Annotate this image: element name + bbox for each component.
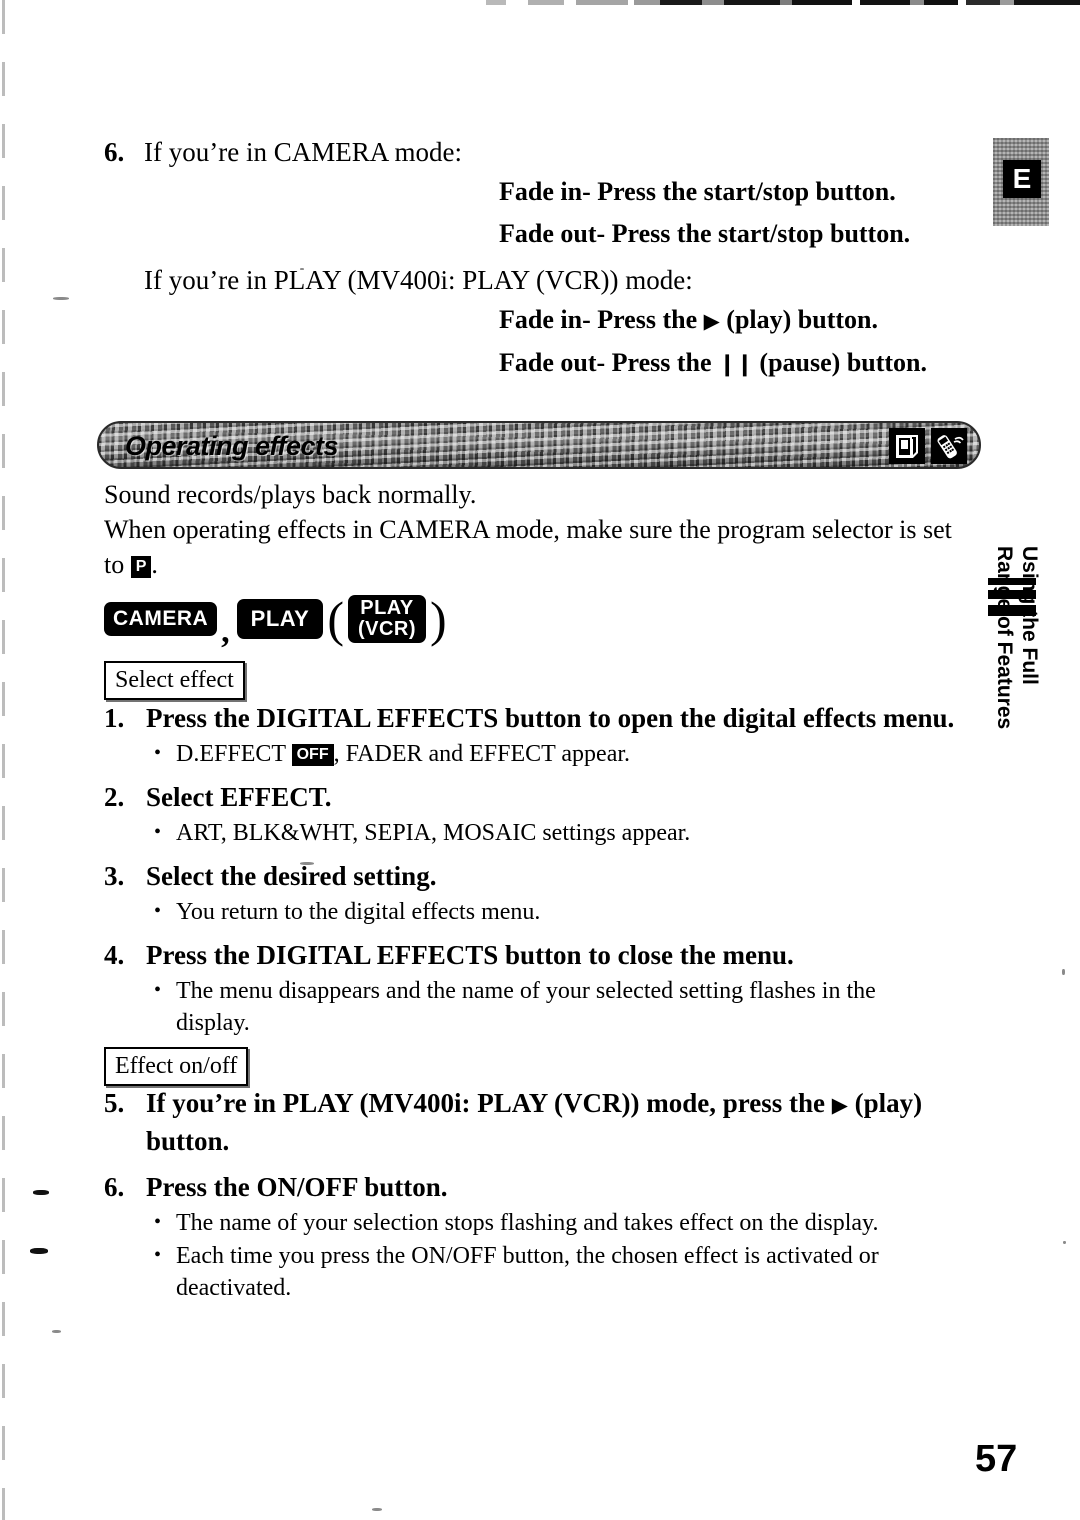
step-number: 4.: [104, 940, 125, 970]
paren-close: ): [430, 591, 447, 647]
manual-page: E 6. If you’re in CAMERA mode: Fade in- …: [0, 0, 1080, 1520]
mode-badge-separator: ,: [221, 613, 230, 650]
top-step-block: 6. If you’re in CAMERA mode: Fade in- Pr…: [104, 133, 972, 386]
step-heading: If you’re in PLAY (MV400i: PLAY (VCR)) m…: [146, 1085, 976, 1159]
program-selector-p-icon: P: [130, 556, 152, 578]
tape-icon: [889, 428, 925, 464]
procedure-step: 4. Press the DIGITAL EFFECTS button to c…: [104, 937, 976, 973]
step-bullet-list: You return to the digital effects menu.: [104, 895, 976, 928]
edition-badge-e: E: [1003, 160, 1041, 198]
step-bullet: The menu disappears and the name of your…: [152, 974, 976, 1039]
top-step-intro-text: If you’re in CAMERA mode:: [144, 137, 462, 167]
step-bullet-list: The menu disappears and the name of your…: [104, 974, 976, 1039]
step-heading: Select the desired setting.: [146, 861, 437, 891]
label-select-effect: Select effect: [104, 661, 245, 700]
step-number: 6.: [104, 1172, 125, 1202]
bullet-suffix: , FADER and EFFECT appear.: [333, 741, 631, 767]
step-heading: Press the DIGITAL EFFECTS button to clos…: [146, 940, 794, 970]
mode-badge-camera: CAMERA: [104, 602, 218, 636]
bullet-prefix: D.EFFECT: [176, 741, 292, 767]
page-number: 57: [975, 1438, 1018, 1480]
edition-badge-backdrop: E: [993, 138, 1049, 226]
procedure-step: 5. If you’re in PLAY (MV400i: PLAY (VCR)…: [104, 1085, 976, 1159]
step-number: 1.: [104, 703, 125, 733]
step-bullet: Each time you press the ON/OFF button, t…: [152, 1239, 976, 1304]
procedure-step: 2. Select EFFECT.: [104, 779, 976, 815]
play-fade-in-prefix: Fade in- Press the: [499, 305, 704, 334]
procedure-step: 6. Press the ON/OFF button.: [104, 1169, 976, 1205]
camera-fade-in-line: Fade in- Press the start/stop button.: [499, 177, 896, 206]
side-tab-line-2: Range of Features: [993, 546, 1016, 730]
play-mode-intro-line: If you’re in PLAY (MV400i: PLAY (VCR)) m…: [144, 265, 693, 295]
label-effect-on-off: Effect on/off: [104, 1047, 249, 1086]
intro-line-3-prefix: to: [104, 550, 131, 579]
camera-fade-out-line: Fade out- Press the start/stop button.: [499, 219, 911, 248]
step-bullet: ART, BLK&WHT, SEPIA, MOSAIC settings app…: [152, 816, 976, 849]
step-heading-prefix: If you’re in PLAY (MV400i: PLAY (VCR)) m…: [146, 1088, 832, 1118]
play-fade-out-suffix: (pause) button.: [752, 348, 928, 377]
step-heading: Press the DIGITAL EFFECTS button to open…: [146, 703, 955, 733]
procedure-effect-on-off: 5. If you’re in PLAY (MV400i: PLAY (VCR)…: [104, 1085, 976, 1305]
top-step-intro-line: 6. If you’re in CAMERA mode:: [104, 133, 972, 171]
step-bullet-list: D.EFFECT OFF, FADER and EFFECT appear.: [104, 737, 976, 770]
step-number: 2.: [104, 782, 125, 812]
play-icon: ▶: [703, 309, 720, 333]
step-bullet-list: ART, BLK&WHT, SEPIA, MOSAIC settings app…: [104, 816, 976, 849]
mode-badge-play-vcr-line2: (VCR): [357, 618, 417, 640]
section-title: Operating effects: [125, 431, 339, 461]
procedure-step: 3. Select the desired setting.: [104, 858, 976, 894]
remote-control-icon: [931, 428, 967, 464]
intro-line-2: When operating effects in CAMERA mode, m…: [104, 515, 952, 544]
mode-badge-row: CAMERA , PLAY ( PLAY (VCR) ): [104, 591, 451, 650]
paren-open: (: [327, 591, 344, 647]
side-tab-text: Using the Full Range of Features: [992, 546, 1042, 746]
step-bullet: D.EFFECT OFF, FADER and EFFECT appear.: [152, 737, 976, 770]
play-fade-in-suffix: (play) button.: [719, 305, 878, 334]
step-bullet-list: The name of your selection stops flashin…: [104, 1206, 976, 1304]
play-icon: ▶: [831, 1093, 848, 1117]
top-step-number: 6.: [104, 137, 125, 167]
side-tab-line-1: Using the Full: [1018, 546, 1041, 685]
play-fade-out-line: Fade out- Press the ❙❙ (pause) button.: [104, 342, 972, 386]
intro-line-3: to P.: [104, 547, 984, 582]
d-effect-off-badge: OFF: [291, 744, 334, 766]
step-number: 5.: [104, 1088, 125, 1118]
play-fade-out-prefix: Fade out- Press the: [499, 348, 719, 377]
pause-icon: ❙❙: [718, 352, 754, 377]
step-bullet: The name of your selection stops flashin…: [152, 1206, 976, 1239]
mode-badge-play-vcr-line1: PLAY: [360, 597, 414, 619]
step-heading: Select EFFECT.: [146, 782, 332, 812]
step-number: 3.: [104, 861, 125, 891]
step-heading: Press the ON/OFF button.: [146, 1172, 448, 1202]
section-header-band: Operating effects: [97, 421, 981, 469]
section-intro-paragraph: Sound records/plays back normally. When …: [104, 477, 984, 582]
procedure-select-effect: 1. Press the DIGITAL EFFECTS button to o…: [104, 700, 976, 1040]
intro-line-1: Sound records/plays back normally.: [104, 480, 477, 509]
procedure-step: 1. Press the DIGITAL EFFECTS button to o…: [104, 700, 976, 736]
play-fade-in-line: Fade in- Press the ▶ (play) button.: [104, 299, 972, 342]
mode-badge-play: PLAY: [236, 599, 324, 639]
intro-line-3-suffix: .: [151, 550, 158, 579]
mode-badge-play-vcr: PLAY (VCR): [347, 595, 427, 643]
step-bullet: You return to the digital effects menu.: [152, 895, 976, 928]
side-tab: Using the Full Range of Features: [982, 546, 1044, 838]
